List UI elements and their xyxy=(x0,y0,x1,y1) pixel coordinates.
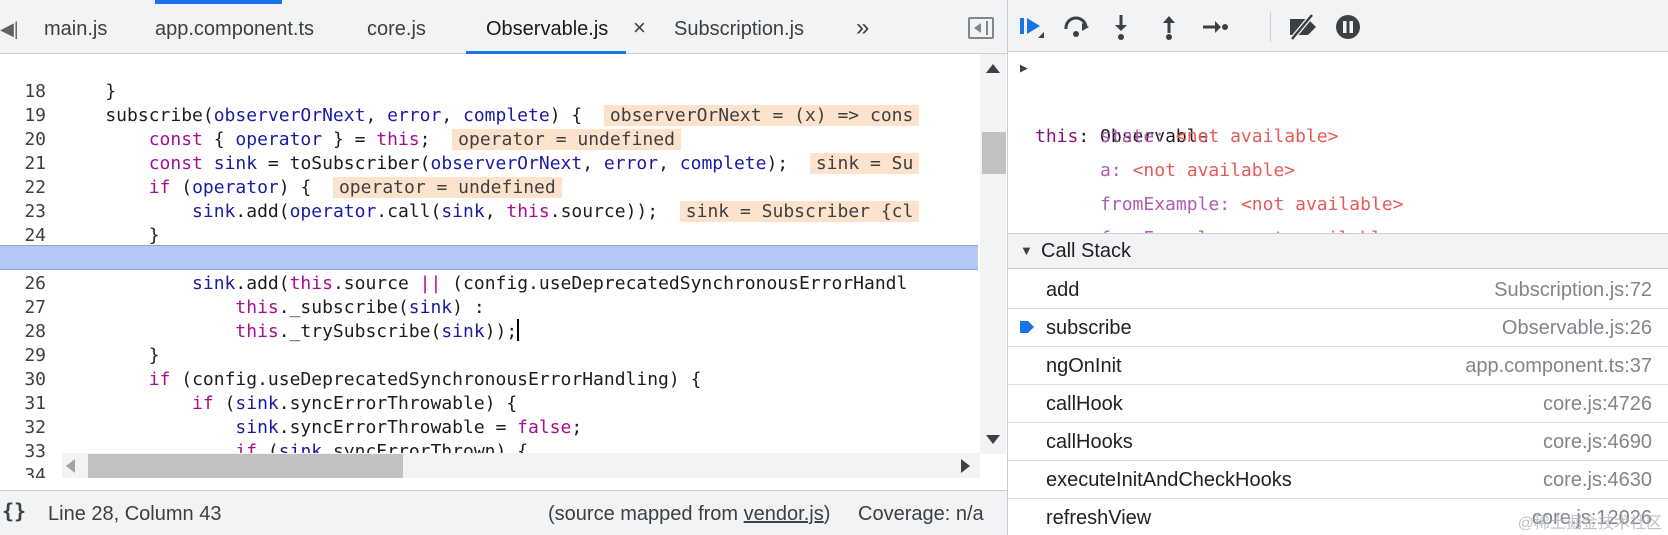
scroll-right-icon[interactable] xyxy=(961,459,970,473)
frame-name: add xyxy=(1046,279,1080,301)
code-line: 25 else { xyxy=(0,222,978,270)
code-line: 29 } xyxy=(0,318,978,366)
code-line: 27 this._subscribe(sink) : xyxy=(0,270,978,318)
step-into-icon[interactable] xyxy=(1106,12,1136,42)
frame-name: refreshView xyxy=(1046,507,1152,529)
tab-app-component-ts[interactable]: app.component.ts xyxy=(155,0,314,54)
expand-arrow-icon[interactable]: ▶ xyxy=(1020,52,1028,86)
call-frame-current[interactable]: subscribe Observable.js:26 xyxy=(1008,309,1668,347)
scroll-left-icon[interactable] xyxy=(66,459,75,473)
horizontal-scroll-thumb[interactable] xyxy=(88,454,403,478)
debugger-toolbar xyxy=(1008,0,1668,52)
scroll-up-icon[interactable] xyxy=(986,64,1000,73)
call-stack-header[interactable]: ▼ Call Stack xyxy=(1008,233,1668,269)
step-icon[interactable] xyxy=(1200,12,1230,42)
code-line: 18 } xyxy=(0,54,978,102)
code-line: 30 if (config.useDeprecatedSynchronousEr… xyxy=(0,342,978,390)
debugger-sidebar: ▶ this: Observable state: <not available… xyxy=(1008,0,1668,535)
scroll-down-icon[interactable] xyxy=(986,435,1000,444)
vertical-scrollbar[interactable] xyxy=(980,54,1006,454)
toggle-navigator-icon[interactable]: ◀| xyxy=(0,17,22,41)
coverage-status: Coverage: n/a xyxy=(858,503,984,525)
resume-icon[interactable] xyxy=(1016,12,1046,42)
horizontal-scrollbar[interactable] xyxy=(62,453,980,478)
code-line: 19 subscribe(observerOrNext, error, comp… xyxy=(0,78,978,126)
code-line: 33 if (sink.syncErrorThrown) { xyxy=(0,414,978,462)
code-line: 32 sink.syncErrorThrowable = false; xyxy=(0,390,978,438)
source-map-suffix: ) xyxy=(823,503,831,525)
cursor-position: Line 28, Column 43 xyxy=(48,503,222,525)
code-editor[interactable]: 18 } 19 subscribe(observerOrNext, error,… xyxy=(0,54,1007,478)
call-frame[interactable]: ngOnInit app.component.ts:37 xyxy=(1008,347,1668,385)
scope-row: state: <not available> xyxy=(1100,126,1339,147)
call-frame[interactable]: executeInitAndCheckHooks core.js:4630 xyxy=(1008,461,1668,499)
call-frame[interactable]: callHook core.js:4726 xyxy=(1008,385,1668,423)
line-number: 34 xyxy=(24,465,46,478)
scope-panel: ▶ this: Observable state: <not available… xyxy=(1008,52,1668,249)
scope-row-this[interactable]: ▶ this: Observable xyxy=(1008,52,1208,147)
frame-location[interactable]: Observable.js:26 xyxy=(1502,309,1652,347)
code-line: 22 if (operator) { operator = undefined xyxy=(0,150,978,198)
editor-tabbar: ◀| main.js app.component.ts core.js Obse… xyxy=(0,0,1007,54)
tab-core-js[interactable]: core.js xyxy=(367,0,426,54)
scope-row: fromExample: <not available> xyxy=(1100,194,1404,215)
tab-close-icon[interactable]: × xyxy=(633,16,646,40)
frame-name: subscribe xyxy=(1046,317,1132,339)
code-line: 28 this._trySubscribe(sink)); xyxy=(0,294,978,342)
code-line: 24 } xyxy=(0,198,978,246)
code-line: 21 const sink = toSubscriber(observerOrN… xyxy=(0,126,978,174)
frame-name: callHooks xyxy=(1046,431,1133,453)
toggle-debugger-icon[interactable] xyxy=(968,17,994,39)
pretty-print-button[interactable]: {} xyxy=(2,499,26,523)
frame-name: callHook xyxy=(1046,393,1123,415)
frame-location[interactable]: core.js:4630 xyxy=(1543,461,1652,499)
source-map-link[interactable]: vendor.js xyxy=(744,503,824,525)
code-line: 23 sink.add(operator.call(sink, this.sou… xyxy=(0,174,978,222)
scope-row: fromExample: <not available> xyxy=(1035,188,1403,249)
call-frame[interactable]: add Subscription.js:72 xyxy=(1008,271,1668,309)
frame-location[interactable]: app.component.ts:37 xyxy=(1465,347,1652,385)
collapse-arrow-icon[interactable]: ▼ xyxy=(1020,234,1033,268)
call-frame[interactable]: callHooks core.js:4690 xyxy=(1008,423,1668,461)
frame-location[interactable]: core.js:4726 xyxy=(1543,385,1652,423)
frame-name: executeInitAndCheckHooks xyxy=(1046,469,1292,491)
step-over-icon[interactable] xyxy=(1062,12,1092,42)
tab-main-js[interactable]: main.js xyxy=(44,0,107,54)
source-map-prefix: (source mapped from xyxy=(548,503,744,525)
scope-row: a: <not available> xyxy=(1100,160,1296,181)
watermark: @稀土掘金技术社区 xyxy=(1517,515,1662,532)
toolbar-separator xyxy=(1270,12,1271,42)
current-execution-line: 26 sink.add(this.source || (config.useDe… xyxy=(0,245,978,294)
source-map-info: (source mapped from vendor.js) xyxy=(548,503,830,526)
frame-location[interactable]: Subscription.js:72 xyxy=(1494,271,1652,309)
source-panel: ◀| main.js app.component.ts core.js Obse… xyxy=(0,0,1007,535)
code-line: 31 if (sink.syncErrorThrowable) { xyxy=(0,366,978,414)
vertical-scroll-thumb[interactable] xyxy=(982,132,1006,174)
code-line: 20 const { operator } = this; operator =… xyxy=(0,102,978,150)
frame-location[interactable]: core.js:4690 xyxy=(1543,423,1652,461)
editor-statusbar: {} Line 28, Column 43 (source mapped fro… xyxy=(0,490,1007,535)
step-out-icon[interactable] xyxy=(1154,12,1184,42)
tab-subscription-js[interactable]: Subscription.js xyxy=(674,0,804,54)
tab-observable-js[interactable]: Observable.js xyxy=(465,0,627,54)
frame-name: ngOnInit xyxy=(1046,355,1122,377)
call-stack-title: Call Stack xyxy=(1041,240,1132,262)
pause-on-exceptions-icon[interactable] xyxy=(1333,12,1363,42)
deactivate-breakpoints-icon[interactable] xyxy=(1286,12,1320,42)
more-tabs-icon[interactable]: » xyxy=(856,14,869,42)
current-frame-arrow-icon xyxy=(1020,321,1034,333)
